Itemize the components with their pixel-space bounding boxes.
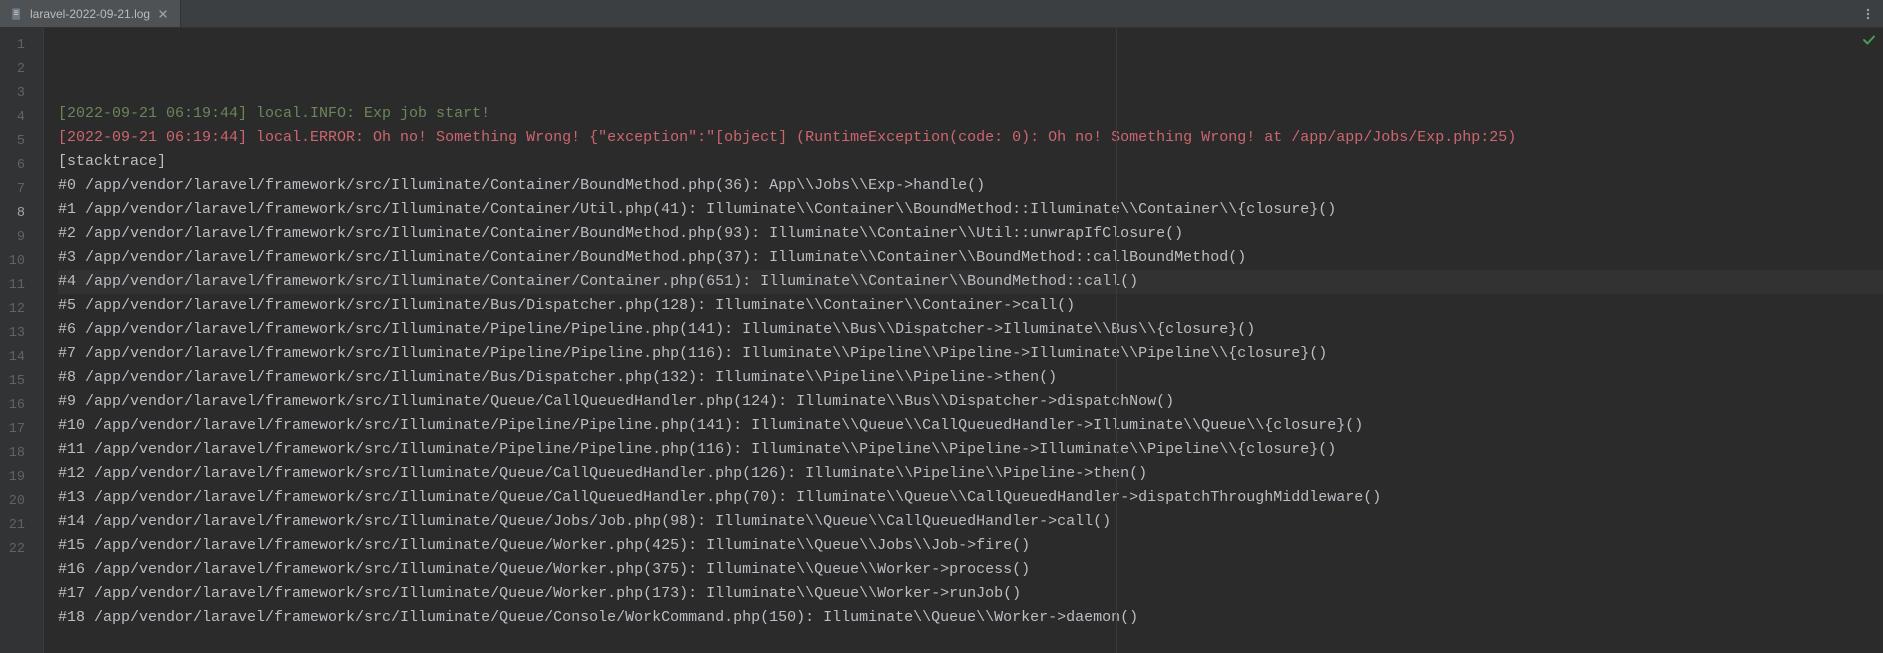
line-number: 21 (8, 514, 25, 538)
code-line: #0 /app/vendor/laravel/framework/src/Ill… (58, 174, 1883, 198)
code-line: #7 /app/vendor/laravel/framework/src/Ill… (58, 342, 1883, 366)
code-line: #13 /app/vendor/laravel/framework/src/Il… (58, 486, 1883, 510)
code-line: #8 /app/vendor/laravel/framework/src/Ill… (58, 366, 1883, 390)
code-line: [2022-09-21 06:19:44] local.INFO: Exp jo… (58, 102, 1883, 126)
line-number: 10 (8, 250, 25, 274)
code-line: #16 /app/vendor/laravel/framework/src/Il… (58, 558, 1883, 582)
line-number: 2 (8, 58, 25, 82)
line-number: 5 (8, 130, 25, 154)
code-line: #17 /app/vendor/laravel/framework/src/Il… (58, 582, 1883, 606)
code-line: #14 /app/vendor/laravel/framework/src/Il… (58, 510, 1883, 534)
inspection-ok-icon[interactable] (1861, 32, 1877, 48)
wrap-guide (1116, 28, 1117, 653)
code-line: #12 /app/vendor/laravel/framework/src/Il… (58, 462, 1883, 486)
editor-area[interactable]: 12345678910111213141516171819202122 [202… (0, 28, 1883, 653)
line-number: 6 (8, 154, 25, 178)
code-line: #5 /app/vendor/laravel/framework/src/Ill… (58, 294, 1883, 318)
tab-bar: laravel-2022-09-21.log (0, 0, 1883, 28)
tab-bar-actions (1859, 5, 1883, 23)
code-line: #9 /app/vendor/laravel/framework/src/Ill… (58, 390, 1883, 414)
file-log-icon (10, 7, 24, 21)
line-number: 13 (8, 322, 25, 346)
line-number: 19 (8, 466, 25, 490)
code-line: #11 /app/vendor/laravel/framework/src/Il… (58, 438, 1883, 462)
code-line: #6 /app/vendor/laravel/framework/src/Ill… (58, 318, 1883, 342)
line-number: 18 (8, 442, 25, 466)
code-line: #10 /app/vendor/laravel/framework/src/Il… (58, 414, 1883, 438)
line-number: 17 (8, 418, 25, 442)
line-number: 11 (8, 274, 25, 298)
code-content[interactable]: [2022-09-21 06:19:44] local.INFO: Exp jo… (44, 28, 1883, 653)
line-number: 3 (8, 82, 25, 106)
line-number: 20 (8, 490, 25, 514)
code-line: [2022-09-21 06:19:44] local.ERROR: Oh no… (58, 126, 1883, 150)
kebab-menu-icon[interactable] (1859, 5, 1877, 23)
line-number: 16 (8, 394, 25, 418)
line-number: 14 (8, 346, 25, 370)
line-number: 4 (8, 106, 25, 130)
code-line: [stacktrace] (58, 150, 1883, 174)
code-line: #15 /app/vendor/laravel/framework/src/Il… (58, 534, 1883, 558)
code-line: #3 /app/vendor/laravel/framework/src/Ill… (58, 246, 1883, 270)
line-number: 12 (8, 298, 25, 322)
file-tab-label: laravel-2022-09-21.log (30, 7, 150, 21)
code-line: #4 /app/vendor/laravel/framework/src/Ill… (58, 270, 1883, 294)
close-icon[interactable] (156, 7, 170, 21)
code-line: #18 /app/vendor/laravel/framework/src/Il… (58, 606, 1883, 630)
line-gutter: 12345678910111213141516171819202122 (0, 28, 44, 653)
file-tab[interactable]: laravel-2022-09-21.log (0, 0, 181, 27)
code-line: #1 /app/vendor/laravel/framework/src/Ill… (58, 198, 1883, 222)
line-number: 8 (8, 202, 25, 226)
line-number: 22 (8, 538, 25, 562)
code-line: #2 /app/vendor/laravel/framework/src/Ill… (58, 222, 1883, 246)
line-number: 7 (8, 178, 25, 202)
line-number: 15 (8, 370, 25, 394)
line-number: 1 (8, 34, 25, 58)
line-number: 9 (8, 226, 25, 250)
